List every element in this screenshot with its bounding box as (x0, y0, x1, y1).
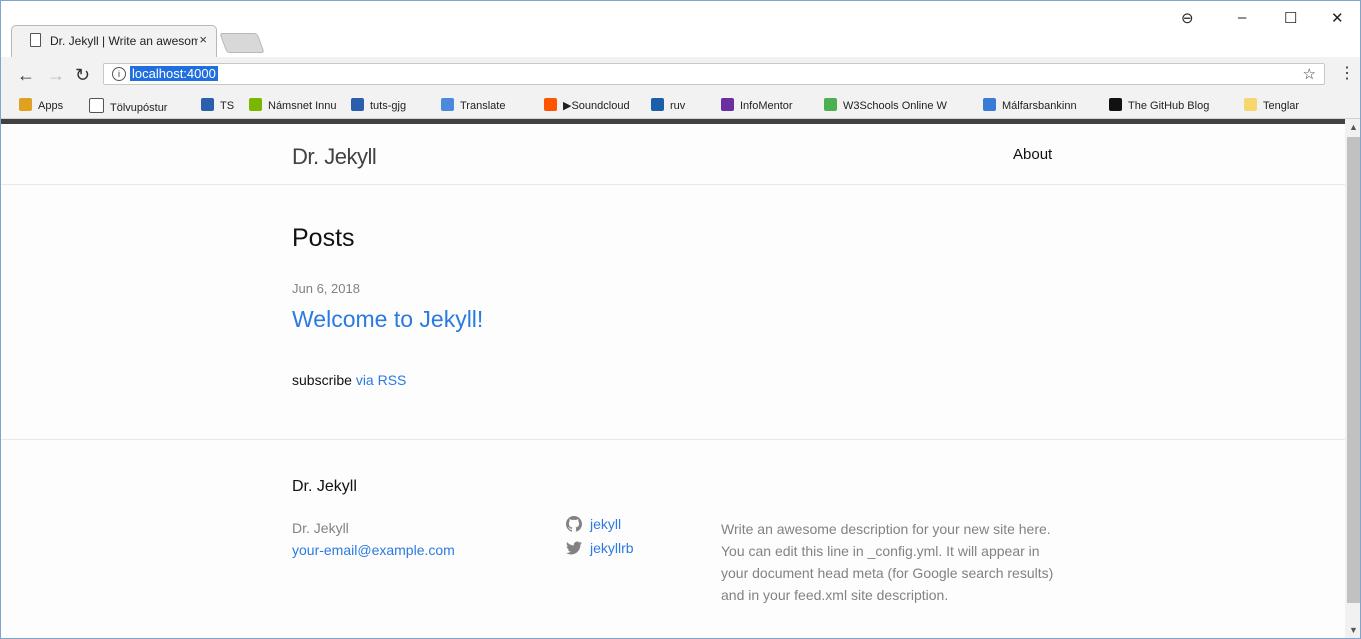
bookmark-star-icon[interactable]: ☆ (1303, 65, 1316, 83)
tab-title: Dr. Jekyll | Write an awesome (50, 34, 198, 48)
bookmark-label: W3Schools Online W (843, 100, 947, 112)
bookmark-the-github-blog[interactable]: The GitHub Blog (1109, 98, 1209, 112)
new-tab-button[interactable] (219, 33, 265, 53)
folder-icon (1244, 98, 1257, 111)
subscribe-line: subscribe via RSS (292, 372, 406, 388)
bookmark-label: Málfarsbankinn (1002, 100, 1077, 112)
footer-email-link[interactable]: your-email@example.com (292, 542, 455, 558)
bookmark-w3schools-online-w[interactable]: W3Schools Online W (824, 98, 947, 112)
infomentor-icon (721, 98, 734, 111)
footer-title: Dr. Jekyll (292, 478, 357, 495)
bookmark-ruv[interactable]: ruv (651, 98, 685, 112)
bookmark-infomentor[interactable]: InfoMentor (721, 98, 793, 112)
bookmark-soundcloud[interactable]: ▶Soundcloud (544, 98, 630, 112)
ts-icon (201, 98, 214, 111)
translate-icon (441, 98, 454, 111)
tuts-icon (351, 98, 364, 111)
page-icon (89, 98, 104, 113)
title-bar: Dr. Jekyll | Write an awesome × ⊖ – ☐ ✕ (1, 1, 1360, 57)
post-title-link[interactable]: Welcome to Jekyll! (292, 306, 483, 333)
site-title[interactable]: Dr. Jekyll (292, 144, 377, 170)
bookmark-m-lfarsbankinn[interactable]: Málfarsbankinn (983, 98, 1077, 112)
rss-link[interactable]: via RSS (356, 372, 407, 388)
bookmark-label: ▶Soundcloud (563, 100, 630, 112)
site-description: Write an awesome description for your ne… (721, 521, 1054, 603)
forward-arrow-icon[interactable]: → (47, 65, 65, 86)
bookmark-tenglar[interactable]: Tenglar (1244, 98, 1299, 112)
vertical-scrollbar[interactable]: ▲ ▼ (1345, 119, 1360, 638)
menu-icon[interactable]: ⋮ (1339, 63, 1355, 83)
twitter-username: jekyllrb (590, 540, 634, 556)
url-text[interactable]: localhost:4000 (130, 66, 218, 81)
info-icon[interactable]: i (112, 67, 126, 81)
twitter-icon (566, 541, 582, 555)
site-footer: Dr. Jekyll Dr. Jekyll your-email@example… (1, 439, 1345, 638)
bookmark-label: Tenglar (1263, 100, 1300, 112)
bookmark-label: TS (220, 100, 235, 112)
bookmark-ts[interactable]: TS (201, 98, 234, 112)
footer-name: Dr. Jekyll (292, 520, 349, 536)
bookmark-label: Tölvupóstur (110, 102, 168, 114)
post-date: Jun 6, 2018 (292, 281, 360, 296)
ruv-icon (651, 98, 664, 111)
scrollbar-thumb[interactable] (1347, 137, 1360, 603)
bookmark-label: Námsnet Innu (268, 100, 337, 112)
subscribe-text: subscribe (292, 372, 352, 388)
address-bar[interactable]: i localhost:4000 ☆ (103, 63, 1325, 85)
w3schools-icon (824, 98, 837, 111)
innu-icon (249, 98, 262, 111)
apps-grid-icon (19, 98, 32, 111)
reload-icon[interactable]: ↻ (75, 65, 90, 86)
maximize-button[interactable]: ☐ (1284, 9, 1297, 27)
browser-window: Dr. Jekyll | Write an awesome × ⊖ – ☐ ✕ … (0, 0, 1361, 639)
github-icon (566, 516, 582, 532)
close-window-button[interactable]: ✕ (1331, 9, 1344, 27)
bookmark-n-msnet-innu[interactable]: Námsnet Innu (249, 98, 336, 112)
browser-tab[interactable]: Dr. Jekyll | Write an awesome × (11, 25, 217, 57)
nav-about-link[interactable]: About (1013, 146, 1052, 163)
site-header: Dr. Jekyll About (1, 124, 1345, 185)
bookmark-label: InfoMentor (740, 100, 793, 112)
github-username: jekyll (590, 516, 622, 532)
bookmark-t-lvup-stur[interactable]: Tölvupóstur (89, 98, 167, 114)
account-icon[interactable]: ⊖ (1181, 9, 1194, 27)
page-icon (30, 33, 41, 47)
bookmark-translate[interactable]: Translate (441, 98, 505, 112)
bookmark-label: tuts-gjg (370, 100, 407, 112)
scroll-down-icon[interactable]: ▼ (1349, 625, 1358, 635)
minimize-button[interactable]: – (1238, 9, 1246, 26)
bookmark-label: ruv (670, 100, 686, 112)
github-icon (1109, 98, 1122, 111)
soundcloud-icon (544, 98, 557, 111)
scroll-up-icon[interactable]: ▲ (1349, 122, 1358, 132)
bookmarks-bar: Apps Tölvupóstur TS Námsnet Innu tuts-gjg Tra… (1, 93, 1360, 119)
bookmark-tuts-gjg[interactable]: tuts-gjg (351, 98, 406, 112)
tab-close-icon[interactable]: × (199, 32, 207, 47)
back-arrow-icon[interactable]: ← (17, 65, 35, 86)
bookmark-label: The GitHub Blog (1128, 100, 1210, 112)
magnifier-icon (983, 98, 996, 111)
twitter-link[interactable]: jekyllrb (566, 540, 634, 556)
posts-heading: Posts (292, 224, 355, 252)
page-content: Dr. Jekyll About Posts Jun 6, 2018 Welco… (1, 124, 1345, 638)
bookmark-label: Translate (460, 100, 506, 112)
bookmark-apps[interactable]: Apps (19, 98, 63, 112)
github-link[interactable]: jekyll (566, 516, 621, 532)
bookmark-label: Apps (38, 100, 64, 112)
